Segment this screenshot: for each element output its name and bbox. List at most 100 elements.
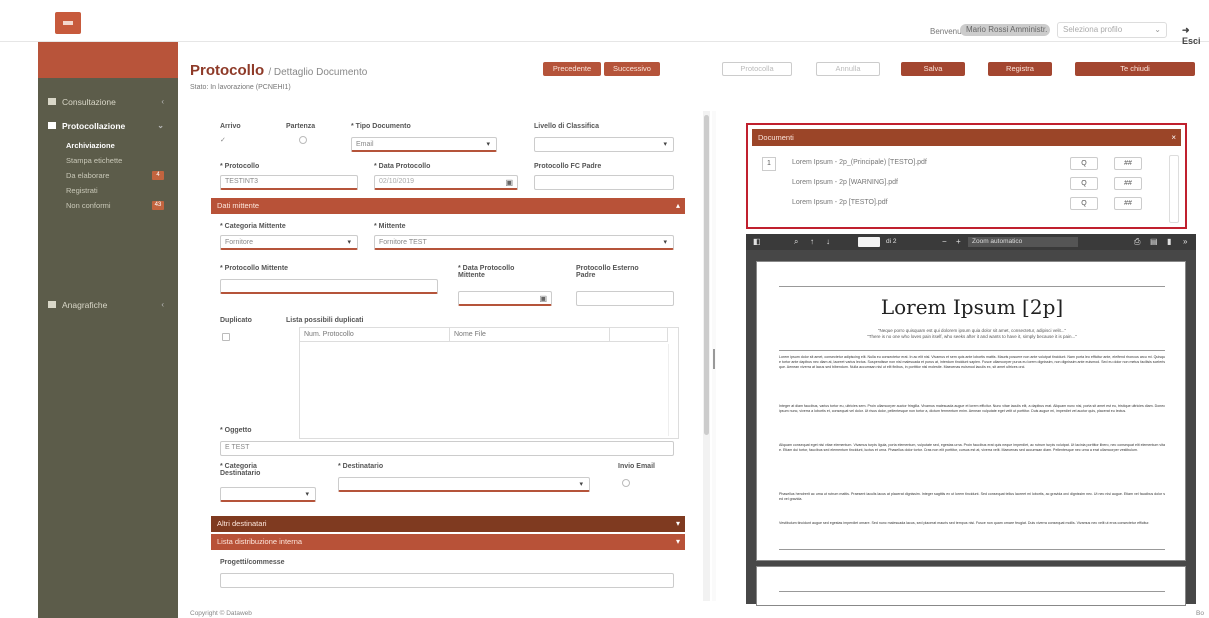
table-scrollbar[interactable] — [668, 344, 677, 436]
calendar-icon[interactable]: ▣ — [539, 293, 547, 305]
document-row[interactable]: Lorem Ipsum - 2p [TESTO].pdf Q ## — [762, 197, 1172, 212]
data-prot-input[interactable]: 02/10/2019 ▣ — [374, 175, 518, 190]
sidebar-sub-non-conformi[interactable]: Non conformi 43 — [38, 198, 178, 213]
logout-link[interactable]: ➜ Esci — [1182, 25, 1209, 46]
page-title-main: Protocollo — [190, 62, 265, 79]
register-button[interactable]: Registra — [988, 62, 1052, 76]
check-icon[interactable]: ✓ — [220, 136, 226, 144]
destinatario-select[interactable]: ▾ — [338, 477, 590, 492]
section-label: Lista distribuzione interna — [217, 537, 303, 546]
prot-fc-input[interactable] — [534, 175, 674, 190]
page-count: di 2 — [886, 238, 897, 245]
document-name[interactable]: Lorem Ipsum - 2p [WARNING].pdf — [792, 179, 898, 186]
next-button[interactable]: Successivo — [604, 62, 660, 76]
save-icon[interactable]: ▤ — [1150, 234, 1158, 250]
dati-mittente-bar[interactable]: Dati mittente ▴ — [211, 198, 685, 214]
print-icon[interactable]: ⎙ — [1134, 234, 1140, 250]
zoom-select[interactable]: Zoom automatico — [968, 237, 1078, 247]
chevron-left-icon: ‹ — [161, 97, 164, 106]
panel-splitter[interactable] — [712, 111, 716, 601]
page-title: Protocollo / Dettaglio Documento — [190, 62, 367, 79]
invio-email-checkbox[interactable] — [622, 479, 630, 487]
cat-mitt-value: Fornitore — [225, 239, 254, 246]
zoom-out-icon[interactable]: − — [942, 234, 947, 250]
home-icon — [48, 98, 56, 105]
sidebar-sub-registrati[interactable]: Registrati — [38, 183, 178, 198]
search-icon[interactable]: ⌕ — [794, 234, 798, 250]
form-scrollbar[interactable] — [703, 111, 710, 601]
cat-mitt-select[interactable]: Fornitore ▾ — [220, 235, 358, 250]
splitter-grip[interactable] — [713, 349, 715, 369]
mittente-value: Fornitore TEST — [379, 239, 427, 246]
column-header[interactable]: Num. Protocollo — [300, 328, 450, 342]
page-number-input[interactable] — [858, 237, 880, 247]
save-button[interactable]: Salva — [901, 62, 965, 76]
prot-mitt-input[interactable] — [220, 279, 438, 294]
protocollo-input[interactable]: TESTINT3 — [220, 175, 358, 190]
tipo-doc-select[interactable]: Email ▾ — [351, 137, 497, 152]
scrollbar-thumb[interactable] — [704, 115, 709, 435]
mittente-select[interactable]: Fornitore TEST ▾ — [374, 235, 674, 250]
annul-button[interactable]: Annulla — [816, 62, 880, 76]
cat-dest-select[interactable]: ▾ — [220, 487, 316, 502]
pdf-paragraph: Vestibulum tincidunt augue sed egestas i… — [779, 521, 1150, 525]
profile-select[interactable]: Seleziona profilo ⌄ — [1057, 22, 1167, 38]
column-header[interactable]: Nome File — [450, 328, 610, 342]
documents-header[interactable]: Documenti × — [752, 129, 1181, 146]
sidebar-sub-da-elaborare[interactable]: Da elaborare 4 — [38, 168, 178, 183]
destinatario-label: * Destinatario — [338, 463, 384, 470]
arrow-down-icon[interactable]: ↓ — [826, 234, 830, 250]
calendar-icon[interactable]: ▣ — [505, 177, 513, 189]
sidebar-header — [38, 42, 178, 78]
tipo-doc-value: Email — [356, 141, 374, 148]
expand-icon: ▾ — [675, 537, 680, 546]
footer-copyright: Copyright © Dataweb — [190, 610, 252, 617]
livello-select[interactable]: ▾ — [534, 137, 674, 152]
close-icon[interactable]: × — [1171, 129, 1176, 146]
view-document-button[interactable]: Q — [1070, 197, 1098, 210]
sidebar-item-consultazione[interactable]: Consultazione ‹ — [38, 90, 178, 114]
view-document-button[interactable]: Q — [1070, 157, 1098, 170]
chevron-down-icon: ⌄ — [1154, 25, 1161, 34]
zoom-in-icon[interactable]: + — [956, 234, 961, 250]
sidebar-item-anagrafiche[interactable]: Anagrafiche ‹ — [38, 293, 178, 317]
view-document-button[interactable]: Q — [1070, 177, 1098, 190]
data-prot-mitt-input[interactable]: ▣ — [458, 291, 552, 306]
bookmark-icon[interactable]: ▮ — [1167, 234, 1171, 250]
document-action-button[interactable]: ## — [1114, 197, 1142, 210]
menu-toggle-button[interactable] — [55, 12, 81, 34]
document-name[interactable]: Lorem Ipsum - 2p [TESTO].pdf — [792, 199, 888, 206]
close-button[interactable]: Te chiudi — [1075, 62, 1195, 76]
prev-button[interactable]: Precedente — [543, 62, 601, 76]
partenza-radio[interactable] — [299, 136, 307, 144]
document-name[interactable]: Lorem Ipsum - 2p_(Principale) [TESTO].pd… — [792, 159, 927, 166]
progetti-input[interactable] — [220, 573, 674, 588]
more-tools-icon[interactable]: » — [1183, 234, 1187, 250]
sidebar-item-protocollazione[interactable]: Protocollazione ⌄ — [38, 114, 178, 138]
document-action-button[interactable]: ## — [1114, 177, 1142, 190]
prot-esterno-input[interactable] — [576, 291, 674, 306]
arrow-up-icon[interactable]: ↑ — [810, 234, 814, 250]
document-row[interactable]: 1 Lorem Ipsum - 2p_(Principale) [TESTO].… — [762, 157, 1172, 172]
documents-scrollbar[interactable] — [1169, 155, 1179, 223]
expand-icon: ▾ — [675, 519, 680, 528]
pdf-page — [756, 566, 1186, 606]
protocol-button[interactable]: Protocolla — [722, 62, 792, 76]
document-row[interactable]: Lorem Ipsum - 2p [WARNING].pdf Q ## — [762, 177, 1172, 192]
duplicato-checkbox[interactable] — [222, 333, 230, 341]
sidebar-toggle-icon[interactable]: ◧ — [753, 234, 761, 250]
tipo-doc-label: * Tipo Documento — [351, 123, 411, 130]
documents-title: Documenti — [758, 133, 794, 142]
document-action-button[interactable]: ## — [1114, 157, 1142, 170]
chevron-down-icon: ⌄ — [157, 121, 164, 130]
column-header — [610, 328, 668, 342]
prot-fc-label: Protocollo FC Padre — [534, 163, 602, 170]
altri-destinatari-bar[interactable]: Altri destinatari ▾ — [211, 516, 685, 532]
oggetto-input[interactable]: E TEST — [220, 441, 674, 456]
pdf-page: Lorem Ipsum [2p] "Neque porro quisquam e… — [756, 261, 1186, 561]
sidebar-sub-archiviazione[interactable]: Archiviazione — [38, 138, 178, 153]
sidebar-sub-stampa-etichette[interactable]: Stampa etichette — [38, 153, 178, 168]
invio-email-label: Invio Email — [618, 463, 655, 470]
section-label: Altri destinatari — [217, 519, 267, 528]
lista-distribuzione-bar[interactable]: Lista distribuzione interna ▾ — [211, 534, 685, 550]
